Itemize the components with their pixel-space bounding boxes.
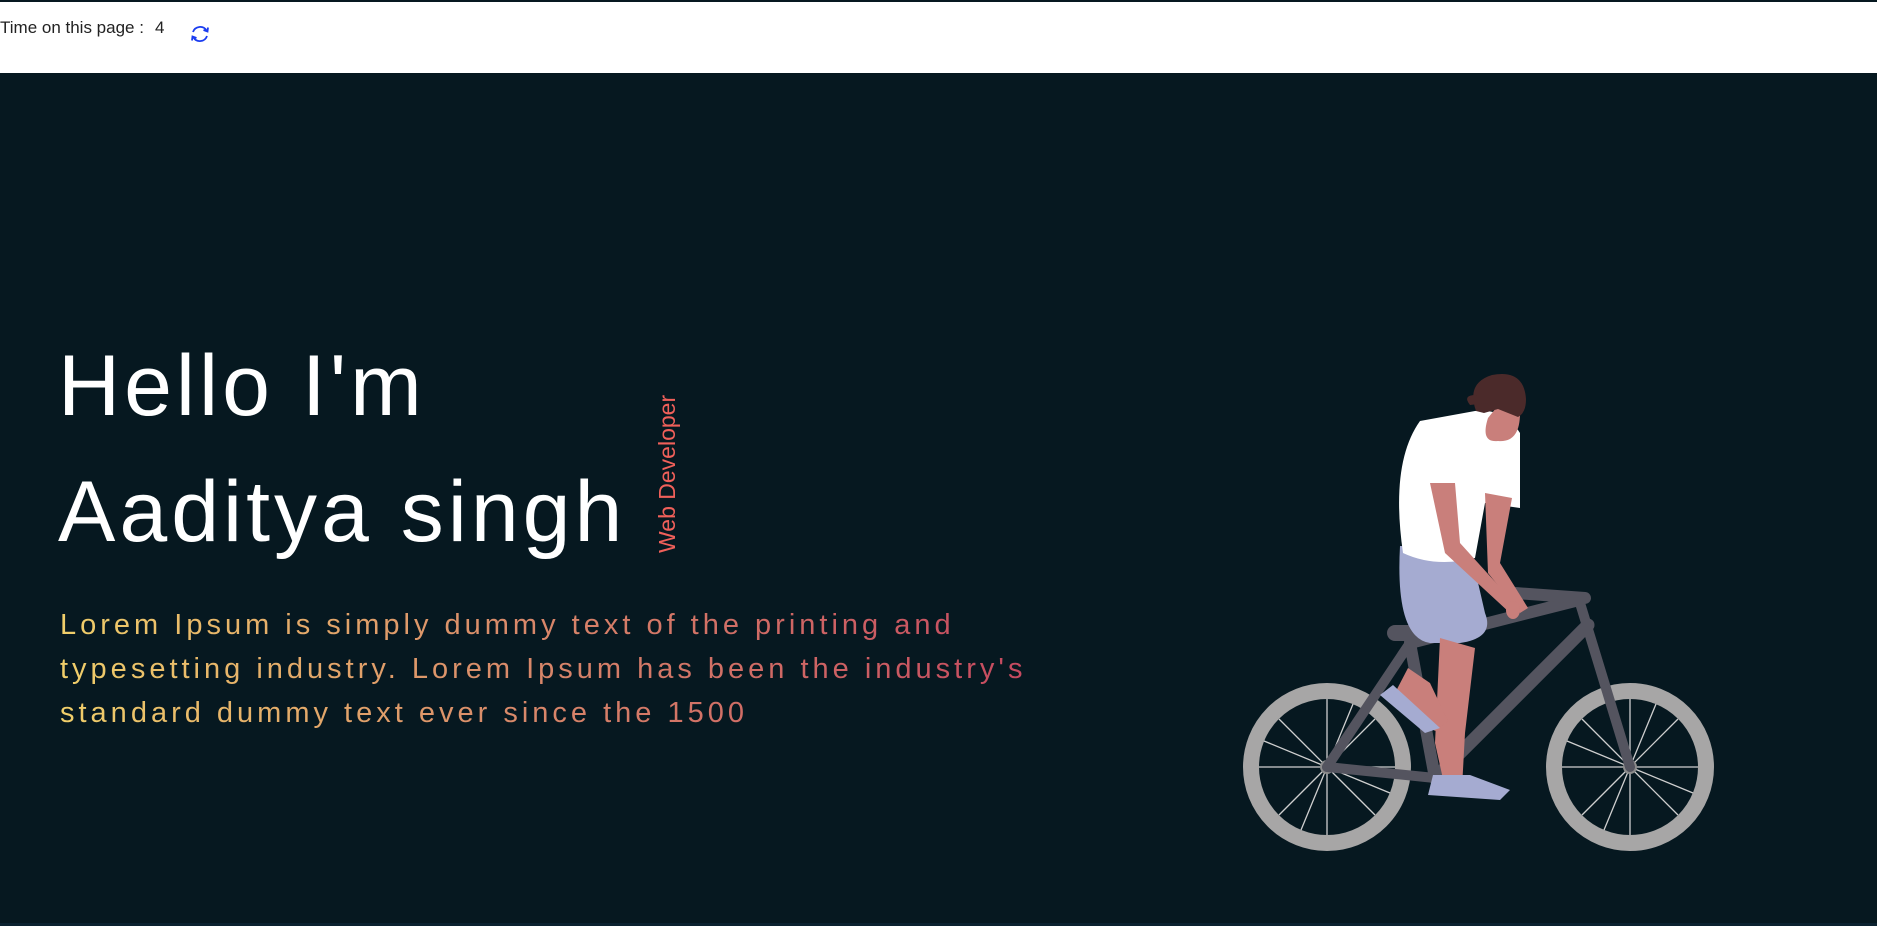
greeting-heading: Hello I'm (58, 338, 426, 434)
hero-section: Hello I'm Aaditya singh Web Developer Lo… (0, 73, 1877, 926)
name-heading: Aaditya singh (58, 464, 627, 560)
role-label: Web Developer (654, 394, 680, 553)
time-on-page-bar: Time on this page : 4 (0, 2, 1877, 73)
time-on-page-value: 4 (155, 18, 165, 37)
time-on-page-label: Time on this page : (0, 18, 144, 37)
intro-paragraph: Lorem Ipsum is simply dummy text of the … (60, 603, 1060, 735)
bicycle-rider-illustration (1243, 374, 1714, 851)
refresh-icon[interactable] (188, 22, 212, 46)
